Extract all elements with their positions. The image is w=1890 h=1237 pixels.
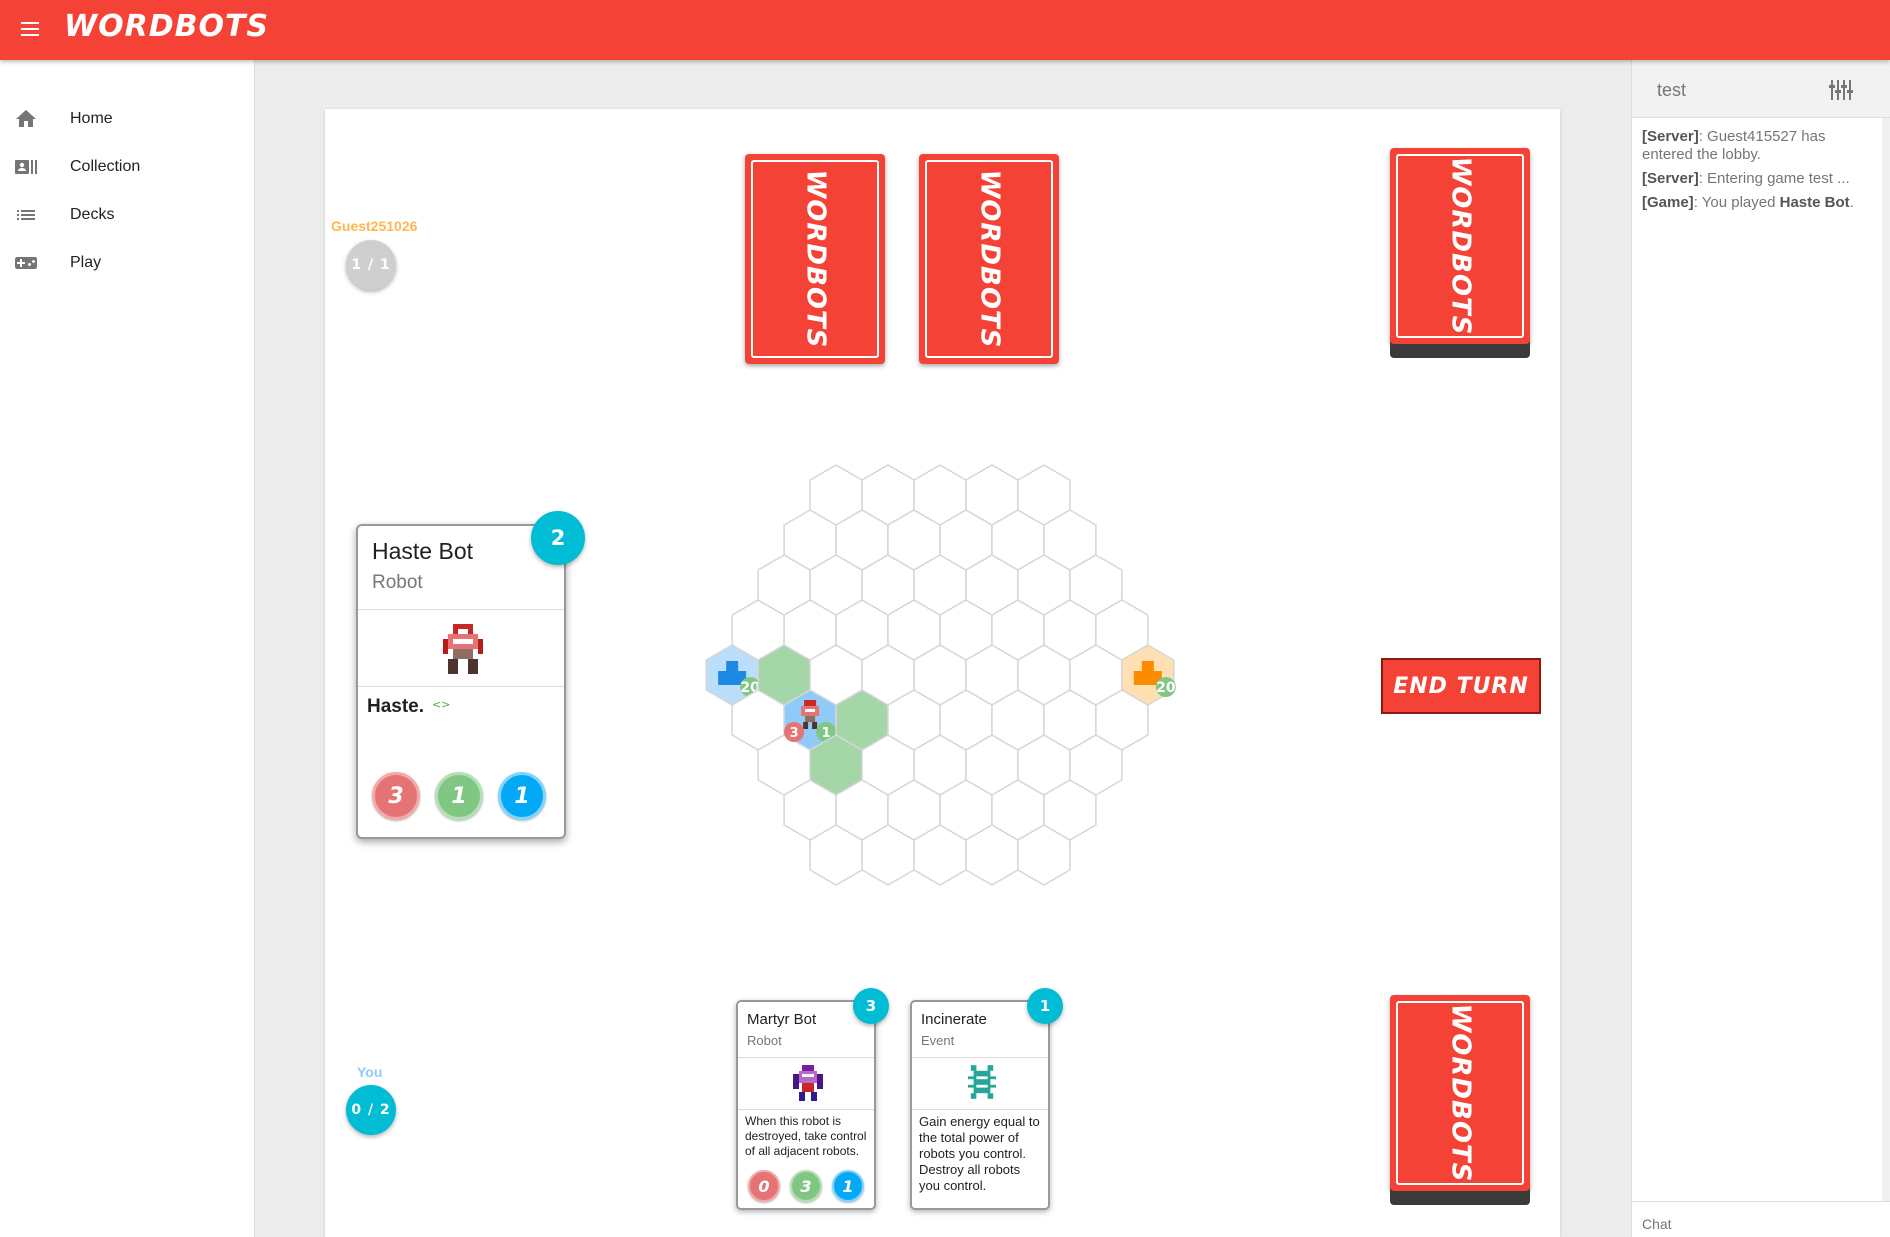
card-text: Gain energy equal to the total power of … bbox=[919, 1114, 1040, 1193]
card-back-text: WORDBOTS bbox=[800, 169, 831, 349]
nav-item-decks[interactable]: Decks bbox=[0, 191, 255, 239]
player-deck: WORDBOTS bbox=[1390, 995, 1530, 1191]
chat-room-name: test bbox=[1657, 80, 1687, 100]
chat-scrollbar[interactable] bbox=[1882, 118, 1890, 1201]
keyword-indicator: <> bbox=[432, 698, 451, 711]
card-cost: 3 bbox=[853, 988, 889, 1024]
home-icon bbox=[16, 110, 36, 127]
robot-attack-badge-label: 3 bbox=[790, 726, 799, 741]
nav-item-home[interactable]: Home bbox=[0, 95, 255, 143]
nav-item-label: Home bbox=[70, 110, 113, 127]
attack-stat: 3 bbox=[372, 772, 420, 820]
card-cost: 2 bbox=[531, 511, 585, 565]
chat-message: [Game]: You played Haste Bot. bbox=[1642, 194, 1854, 211]
chat-panel: test [Server]: Guest415527 has entered t… bbox=[1631, 60, 1890, 1237]
end-turn-button[interactable]: END TURN bbox=[1381, 658, 1541, 714]
chat-input[interactable] bbox=[1642, 1213, 1872, 1235]
card-cost: 1 bbox=[1027, 988, 1063, 1024]
attack-stat: 0 bbox=[748, 1170, 780, 1202]
player-name: You bbox=[357, 1064, 383, 1080]
robot-sprite-icon bbox=[793, 1065, 823, 1101]
hex-grid: 203 120 bbox=[705, 464, 1176, 886]
speed-stat: 1 bbox=[498, 772, 546, 820]
card-title: Haste Bot bbox=[372, 538, 473, 564]
opponent-energy: 1 / 1 bbox=[346, 240, 396, 290]
card-type: Robot bbox=[747, 1033, 782, 1048]
hand-card-martyr-bot[interactable]: Martyr Bot Robot When this robot is dest… bbox=[736, 1000, 876, 1210]
selected-card: Haste Bot Robot Haste. <> 3 1 1 bbox=[356, 524, 566, 839]
card-text: Haste. bbox=[367, 696, 425, 717]
speed-stat: 1 bbox=[832, 1170, 864, 1202]
card-back-text: WORDBOTS bbox=[1445, 156, 1476, 336]
nav-item-play[interactable]: Play bbox=[0, 239, 255, 287]
health-stat: 3 bbox=[790, 1170, 822, 1202]
card-back-text: WORDBOTS bbox=[1445, 1003, 1476, 1183]
opponent-deck: WORDBOTS bbox=[1390, 148, 1530, 344]
app-bar: WORDBOTS bbox=[0, 0, 1890, 60]
card-back-text: WORDBOTS bbox=[974, 169, 1005, 349]
app-title: WORDBOTS bbox=[64, 9, 270, 44]
hand-card-incinerate[interactable]: Incinerate Event Gain energy equal to th… bbox=[910, 1000, 1050, 1210]
chat-messages: [Server]: Guest415527 has entered the lo… bbox=[1642, 128, 1872, 218]
opponent-hand-card: WORDBOTS bbox=[745, 154, 885, 364]
card-title: Incinerate bbox=[921, 1011, 987, 1028]
opponent-hand-card: WORDBOTS bbox=[919, 154, 1059, 364]
card-title: Martyr Bot bbox=[747, 1011, 817, 1028]
health-stat: 1 bbox=[435, 772, 483, 820]
card-type: Event bbox=[921, 1033, 955, 1048]
card-type: Robot bbox=[372, 572, 423, 593]
robot-sprite-icon bbox=[443, 624, 483, 674]
event-sprite-icon bbox=[968, 1065, 996, 1099]
core-health-label: 20 bbox=[1156, 680, 1176, 696]
card-text: When this robot is destroyed, take contr… bbox=[745, 1114, 867, 1158]
nav-item-label: Decks bbox=[70, 206, 115, 223]
nav-item-label: Collection bbox=[70, 158, 141, 175]
chat-message: [Server]: Guest415527 has entered the lo… bbox=[1642, 128, 1826, 163]
nav-item-label: Play bbox=[70, 254, 102, 271]
player-energy: 0 / 2 bbox=[346, 1085, 396, 1135]
settings-sliders-icon[interactable] bbox=[1828, 78, 1854, 102]
gamepad-icon bbox=[15, 257, 37, 269]
decks-icon bbox=[17, 210, 35, 220]
opponent-name: Guest251026 bbox=[331, 218, 418, 234]
menu-icon[interactable] bbox=[18, 18, 42, 42]
chat-header: test bbox=[1632, 60, 1890, 118]
collection-icon bbox=[15, 160, 37, 174]
nav-item-collection[interactable]: Collection bbox=[0, 143, 255, 191]
chat-message: [Server]: Entering game test ... bbox=[1642, 170, 1850, 187]
left-nav: Home Collection Decks Play bbox=[0, 60, 255, 1237]
